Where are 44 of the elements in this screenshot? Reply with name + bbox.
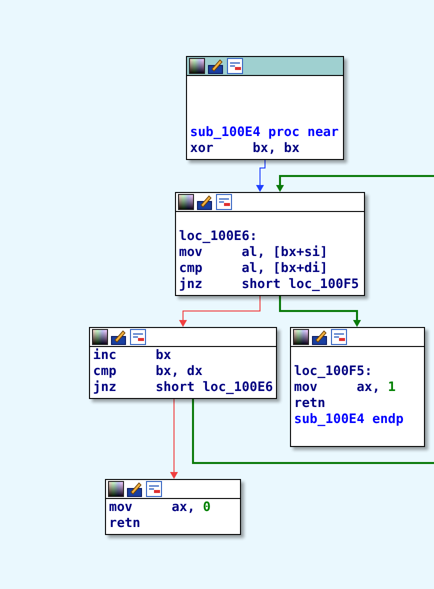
code-block[interactable]: mov ax, 0 retn (105, 479, 241, 535)
instruction-operands: ax, 1 (356, 380, 396, 395)
color-palette-icon[interactable] (293, 329, 309, 345)
instruction-mnemonic: xor (190, 141, 214, 157)
pencil-icon[interactable] (312, 329, 328, 345)
instruction-operands: al, [bx+si] (242, 245, 328, 260)
instruction-operands: ax, 0 (172, 500, 211, 515)
color-palette-icon[interactable] (178, 194, 194, 210)
instruction-mnemonic: jnz (179, 277, 204, 293)
instruction-operands: bx, bx (252, 141, 300, 156)
pencil-icon[interactable] (127, 481, 143, 497)
instruction-mnemonic: cmp (179, 261, 204, 277)
pencil-icon[interactable] (197, 194, 213, 210)
pencil-icon[interactable] (111, 329, 127, 345)
instruction-operands: short loc_100E6 (156, 380, 274, 395)
code-label: loc_100E6: (179, 229, 258, 244)
graph-view-icon[interactable] (130, 329, 146, 345)
instruction-mnemonic: inc (93, 348, 118, 364)
instruction-mnemonic: jnz (93, 380, 118, 396)
graph-view-icon[interactable] (227, 58, 243, 74)
code-block[interactable]: sub_100E4 proc near xor bx, bx (186, 56, 344, 160)
instruction-mnemonic: mov (179, 245, 204, 261)
graph-view-icon[interactable] (146, 481, 162, 497)
instruction-mnemonic: cmp (93, 364, 118, 380)
code-label: loc_100F5: (294, 364, 372, 379)
instruction-operands: bx (156, 348, 172, 363)
code-block[interactable]: inc bx cmp bx, dx jnz short loc_100E6 (89, 327, 277, 399)
color-palette-icon[interactable] (108, 481, 124, 497)
instruction-operands: al, [bx+di] (242, 261, 328, 276)
instruction-operands: short loc_100F5 (242, 277, 360, 292)
graph-view-icon[interactable] (216, 194, 232, 210)
instruction-mnemonic: mov (294, 380, 318, 396)
color-palette-icon[interactable] (189, 58, 205, 74)
instruction-operands: bx, dx (156, 364, 203, 379)
color-palette-icon[interactable] (92, 329, 108, 345)
code-block[interactable]: loc_100E6: mov al, [bx+si] cmp al, [bx+di] jnz short loc_100F5 (175, 192, 365, 296)
instruction-mnemonic: retn (109, 516, 142, 532)
graph-view-icon[interactable] (331, 329, 347, 345)
code-block[interactable]: loc_100F5: mov ax, 1 retn sub_100E4 endp (290, 327, 425, 447)
procedure-label: sub_100E4 proc near (190, 125, 339, 140)
instruction-mnemonic: retn (294, 396, 326, 412)
pencil-icon[interactable] (208, 58, 224, 74)
instruction-mnemonic: mov (109, 500, 134, 516)
procedure-label: sub_100E4 endp (294, 412, 404, 427)
